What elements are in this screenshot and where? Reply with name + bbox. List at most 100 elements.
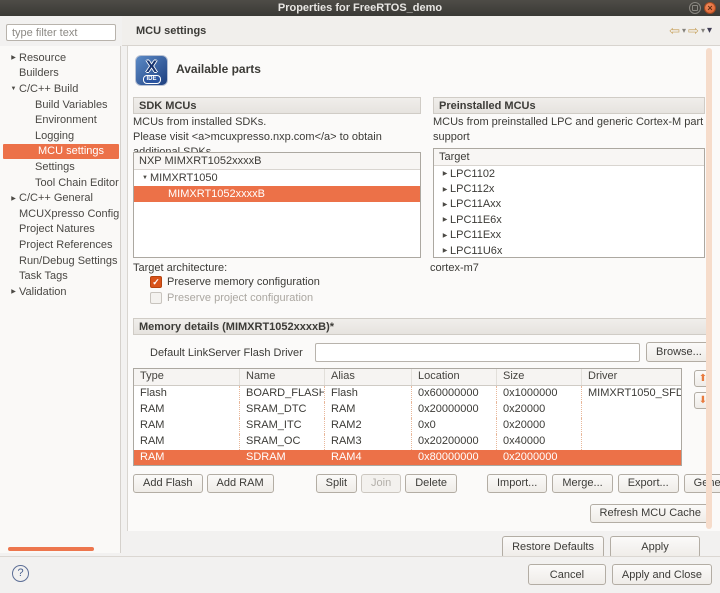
target-architecture-label: Target architecture: — [133, 262, 228, 274]
titlebar: Properties for FreeRTOS_demo × — [0, 0, 720, 16]
sidebar-item-tool-chain-editor[interactable]: Tool Chain Editor — [0, 175, 120, 191]
checkbox-checked-icon[interactable]: ✓ — [150, 276, 162, 288]
chevron-right-icon[interactable]: ▶ — [8, 195, 19, 202]
mcuxpresso-ide-icon: X IDE — [135, 55, 168, 86]
column-header[interactable]: Type — [134, 369, 240, 385]
chevron-right-icon[interactable]: ▶ — [8, 288, 19, 295]
forward-dropdown-icon[interactable]: ▾ — [701, 26, 705, 35]
preserve-memory-checkbox-row: ✓ Preserve memory configuration — [150, 276, 320, 288]
sidebar-item-mcu-settings[interactable]: MCU settings — [3, 143, 119, 160]
flash-driver-input[interactable] — [315, 343, 640, 362]
add-flash-button[interactable]: Add Flash — [133, 474, 203, 493]
sidebar-horizontal-scrollbar[interactable] — [8, 547, 94, 551]
sidebar-item-label: Logging — [35, 129, 75, 142]
help-button[interactable]: ? — [12, 565, 29, 582]
checkbox-label[interactable]: Preserve memory configuration — [167, 276, 320, 288]
table-row[interactable]: RAM SRAM_ITC RAM2 0x0 0x20000 — [134, 418, 681, 434]
delete-button[interactable]: Delete — [405, 474, 457, 493]
vertical-scrollbar[interactable] — [706, 48, 712, 529]
sidebar-item-run-debug-settings[interactable]: Run/Debug Settings — [0, 253, 120, 269]
column-header[interactable]: Size — [497, 369, 582, 385]
sidebar-item-builders[interactable]: Builders — [0, 66, 120, 82]
sidebar-item-settings[interactable]: Settings — [0, 159, 120, 175]
sidebar-item-build-variables[interactable]: Build Variables — [0, 97, 120, 113]
sidebar-item-project-references[interactable]: Project References — [0, 237, 120, 253]
sdk-tree-selected-row[interactable]: MIMXRT1052xxxxB — [134, 186, 420, 202]
chevron-right-icon[interactable]: ▶ — [440, 247, 450, 254]
list-item[interactable]: ▶ LPC11Axx — [434, 197, 704, 212]
sidebar-item-label: C/C++ Build — [19, 82, 79, 95]
preinstalled-mcus-list: Target ▶ LPC1102 ▶ LPC112x ▶ LPC11Axx ▶ … — [433, 148, 705, 258]
restore-defaults-button[interactable]: Restore Defaults — [502, 536, 604, 556]
table-row[interactable]: Flash BOARD_FLASH Flash 0x60000000 0x100… — [134, 386, 681, 402]
restore-apply-strip: Restore Defaults Apply — [128, 531, 720, 556]
export-button[interactable]: Export... — [617, 474, 679, 493]
split-button[interactable]: Split — [315, 474, 358, 493]
close-button[interactable]: × — [704, 2, 716, 14]
chevron-right-icon[interactable]: ▶ — [440, 216, 450, 223]
add-ram-button[interactable]: Add RAM — [206, 474, 274, 493]
sdk-tree-column-header: NXP MIMXRT1052xxxxB — [134, 153, 420, 170]
preinstalled-mcus-section-header: Preinstalled MCUs — [433, 97, 705, 114]
chevron-right-icon[interactable]: ▶ — [8, 54, 19, 61]
cancel-button[interactable]: Cancel — [527, 564, 606, 585]
memory-table: Type Name Alias Location Size Driver Fla… — [133, 368, 682, 466]
sidebar-item-task-tags[interactable]: Task Tags — [0, 268, 120, 284]
browse-button[interactable]: Browse... — [646, 342, 712, 362]
column-header[interactable]: Location — [412, 369, 497, 385]
page-header: MCU settings ⇦ ▾ ⇨ ▾ ▾ — [122, 16, 720, 46]
list-item[interactable]: ▶ LPC11E6x — [434, 212, 704, 227]
list-item[interactable]: ▶ LPC11U6x — [434, 243, 704, 257]
flash-driver-label: Default LinkServer Flash Driver — [150, 347, 303, 359]
sidebar-item-label: Resource — [19, 51, 67, 64]
generate-button[interactable]: Generate... — [683, 474, 720, 493]
chevron-right-icon[interactable]: ▶ — [440, 201, 450, 208]
refresh-mcu-cache-button[interactable]: Refresh MCU Cache — [589, 504, 711, 523]
chevron-right-icon[interactable]: ▶ — [440, 186, 450, 193]
sidebar-item-cpp-build[interactable]: ▼ C/C++ Build — [0, 81, 120, 97]
forward-icon[interactable]: ⇨ — [688, 24, 699, 37]
memory-table-header: Type Name Alias Location Size Driver — [134, 369, 681, 386]
chevron-right-icon[interactable]: ▶ — [440, 170, 450, 177]
chevron-down-icon[interactable]: ▼ — [8, 86, 19, 92]
list-item[interactable]: ▶ LPC112x — [434, 181, 704, 196]
column-header[interactable]: Driver — [582, 369, 681, 385]
sidebar-item-cpp-general[interactable]: ▶ C/C++ General — [0, 190, 120, 206]
sidebar-item-label: Build Variables — [35, 98, 108, 111]
sdk-tree-parent-row[interactable]: ▼ MIMXRT1050 — [134, 170, 420, 186]
sidebar-item-mcuxpresso-config[interactable]: MCUXpresso Config To — [0, 206, 120, 222]
back-icon[interactable]: ⇦ — [669, 24, 680, 37]
sidebar-item-label: Run/Debug Settings — [19, 254, 118, 267]
apply-and-close-button[interactable]: Apply and Close — [611, 564, 712, 585]
banner-title: Available parts — [176, 62, 261, 76]
merge-button[interactable]: Merge... — [552, 474, 613, 493]
column-header[interactable]: Alias — [325, 369, 412, 385]
import-button[interactable]: Import... — [487, 474, 548, 493]
table-row-selected[interactable]: RAM SDRAM RAM4 0x80000000 0x2000000 — [134, 450, 681, 465]
sidebar-item-logging[interactable]: Logging — [0, 128, 120, 144]
target-column-header: Target — [434, 149, 704, 166]
list-item[interactable]: ▶ LPC1102 — [434, 166, 704, 181]
filter-input[interactable] — [6, 24, 116, 41]
sidebar-item-project-natures[interactable]: Project Natures — [0, 222, 120, 238]
sidebar-item-label: Settings — [35, 160, 75, 173]
chevron-right-icon[interactable]: ▶ — [440, 232, 450, 239]
column-header[interactable]: Name — [240, 369, 325, 385]
apply-button[interactable]: Apply — [610, 536, 700, 556]
sidebar-item-label: Project Natures — [19, 223, 95, 236]
sidebar-item-environment[interactable]: Environment — [0, 112, 120, 128]
list-item[interactable]: ▶ LPC11Exx — [434, 228, 704, 243]
sidebar-item-resource[interactable]: ▶ Resource — [0, 50, 120, 66]
view-menu-icon[interactable]: ▾ — [707, 25, 712, 36]
table-row[interactable]: RAM SRAM_DTC RAM 0x20000000 0x20000 — [134, 402, 681, 418]
sidebar-item-label: Builders — [19, 67, 59, 80]
join-button: Join — [361, 474, 402, 493]
memory-details-section-header: Memory details (MIMXRT1052xxxxB)* — [133, 318, 712, 335]
sidebar-item-label: C/C++ General — [19, 192, 93, 205]
maximize-button[interactable] — [689, 2, 701, 14]
sidebar-item-validation[interactable]: ▶ Validation — [0, 284, 120, 300]
back-dropdown-icon[interactable]: ▾ — [682, 26, 686, 35]
table-row[interactable]: RAM SRAM_OC RAM3 0x20200000 0x40000 — [134, 434, 681, 450]
chevron-down-icon[interactable]: ▼ — [140, 175, 150, 181]
sidebar-item-label: Tool Chain Editor — [35, 176, 119, 189]
